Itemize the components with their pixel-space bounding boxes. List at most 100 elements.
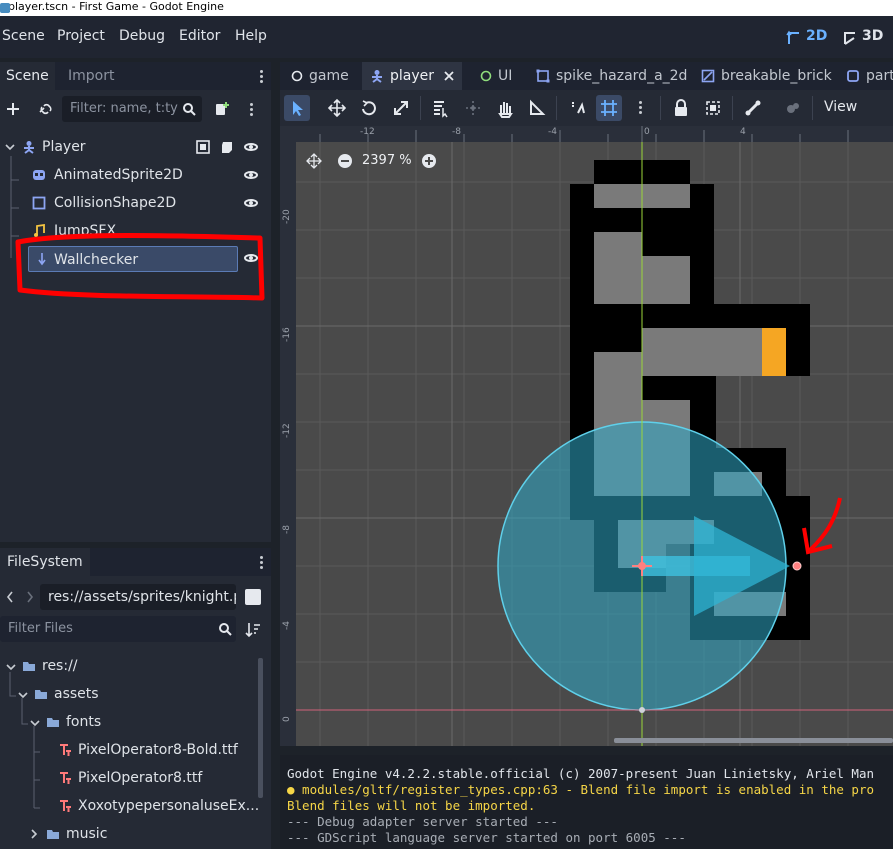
raycast-target-handle[interactable] bbox=[792, 561, 802, 571]
mode-2d-button[interactable]: 2D bbox=[806, 28, 827, 44]
fs-item-label: XoxotypepersonaluseEx... bbox=[78, 798, 260, 814]
scale-icon bbox=[394, 101, 408, 115]
ruler-label: 0 bbox=[282, 716, 292, 722]
bone-icon bbox=[745, 100, 761, 116]
fs-item-assets[interactable]: assets bbox=[16, 680, 244, 708]
filesystem-path-field[interactable]: res://assets/sprites/knight.p bbox=[40, 584, 236, 610]
list-select-button[interactable] bbox=[428, 95, 454, 121]
mode-3d-button[interactable]: 3D bbox=[862, 28, 883, 44]
filesystem-scrollbar[interactable] bbox=[258, 658, 263, 798]
zoom-out-icon[interactable] bbox=[337, 153, 353, 169]
tree-node-animatedsprite2d[interactable]: AnimatedSprite2D bbox=[30, 161, 265, 189]
scene-dock: Scene Import Filter: name, t:ty Player A… bbox=[0, 62, 271, 542]
chevron-right-icon[interactable] bbox=[26, 591, 34, 603]
fs-item-font-file[interactable]: XoxotypepersonaluseEx... bbox=[56, 792, 260, 820]
folder-icon bbox=[47, 718, 59, 727]
filesystem-filter-input[interactable]: Filter Files bbox=[0, 616, 236, 642]
pivot-button[interactable] bbox=[460, 95, 486, 121]
ruler-mode-button[interactable] bbox=[524, 95, 550, 121]
move-mode-button[interactable] bbox=[324, 95, 350, 121]
fs-item-fonts[interactable]: fonts bbox=[28, 708, 244, 736]
center-view-icon[interactable] bbox=[306, 153, 322, 169]
tab-part[interactable]: part bbox=[846, 62, 893, 90]
hand-icon bbox=[498, 102, 513, 118]
menu-help[interactable]: Help bbox=[235, 28, 267, 44]
snap-options-button[interactable] bbox=[628, 95, 654, 121]
fs-item-res[interactable]: res:// bbox=[4, 652, 244, 680]
instance-scene-icon[interactable] bbox=[38, 102, 54, 116]
grid-snap-icon bbox=[601, 100, 617, 116]
smart-snap-button[interactable] bbox=[564, 95, 590, 121]
grid-snap-button[interactable] bbox=[596, 95, 622, 121]
fs-item-font-file[interactable]: PixelOperator8-Bold.ttf bbox=[56, 736, 256, 764]
view-menu-button[interactable]: View bbox=[824, 99, 857, 115]
skeleton-button[interactable] bbox=[740, 95, 766, 121]
rotate-mode-button[interactable] bbox=[356, 95, 382, 121]
filesystem-header: FileSystem bbox=[0, 548, 271, 576]
zoom-level[interactable]: 2397 % bbox=[362, 153, 412, 168]
tree-node-collisionshape2d[interactable]: CollisionShape2D bbox=[30, 189, 265, 217]
fs-item-music[interactable]: music bbox=[28, 820, 244, 848]
filesystem-dock: FileSystem res://assets/sprites/knight.p… bbox=[0, 548, 271, 849]
sort-icon[interactable] bbox=[245, 622, 261, 638]
output-line: Godot Engine v4.2.2.stable.official (c) … bbox=[287, 766, 874, 781]
visibility-eye-icon[interactable] bbox=[244, 143, 258, 151]
attach-script-icon[interactable] bbox=[214, 101, 230, 117]
menu-project[interactable]: Project bbox=[57, 28, 105, 44]
group-button[interactable] bbox=[700, 95, 726, 121]
ruler-icon bbox=[530, 99, 546, 115]
output-panel: Godot Engine v4.2.2.stable.official (c) … bbox=[280, 755, 893, 849]
visibility-eye-icon[interactable] bbox=[244, 171, 258, 179]
menu-debug[interactable]: Debug bbox=[119, 28, 165, 44]
tab-breakable-brick[interactable]: breakable_brick bbox=[701, 62, 841, 90]
menu-scene[interactable]: Scene bbox=[2, 28, 45, 44]
scene-filter-input[interactable]: Filter: name, t:ty bbox=[62, 96, 202, 122]
tab-ui[interactable]: UI bbox=[472, 62, 528, 90]
godot-app-icon bbox=[0, 3, 10, 13]
tree-node-player[interactable]: Player bbox=[20, 133, 265, 161]
scale-mode-button[interactable] bbox=[388, 95, 414, 121]
ruler-top[interactable]: -12 -8 -4 0 4 bbox=[280, 126, 893, 142]
group-icon[interactable] bbox=[196, 140, 210, 154]
particles-button[interactable] bbox=[780, 95, 806, 121]
window-titlebar: player.tscn - First Game - Godot Engine bbox=[0, 0, 893, 16]
toolbar-separator bbox=[556, 96, 557, 120]
scene-dock-menu-icon[interactable] bbox=[260, 68, 264, 84]
canvas-toolbar: View bbox=[280, 90, 893, 126]
tab-game[interactable]: game bbox=[280, 62, 358, 90]
menu-editor[interactable]: Editor bbox=[179, 28, 220, 44]
add-node-icon[interactable] bbox=[6, 102, 20, 116]
tab-scene[interactable]: Scene bbox=[0, 62, 55, 90]
output-line: --- Debug adapter server started --- bbox=[287, 814, 558, 829]
tab-filesystem[interactable]: FileSystem bbox=[0, 548, 90, 576]
ruler-label: -4 bbox=[282, 621, 292, 630]
viewport-h-scrollbar[interactable] bbox=[614, 738, 893, 743]
particles-icon bbox=[787, 103, 799, 113]
toggle-split-icon[interactable] bbox=[245, 589, 261, 605]
visibility-eye-icon[interactable] bbox=[244, 199, 258, 207]
fs-item-font-file[interactable]: PixelOperator8.ttf bbox=[56, 764, 256, 792]
lock-button[interactable] bbox=[668, 95, 694, 121]
filesystem-menu-icon[interactable] bbox=[260, 554, 264, 570]
ruler-left[interactable]: -20 -16 -12 -8 -4 0 bbox=[280, 142, 296, 746]
close-icon[interactable] bbox=[444, 71, 454, 81]
scene-tree-menu-icon[interactable] bbox=[250, 101, 254, 117]
pivot-icon bbox=[466, 101, 480, 115]
scene-dock-tabs: Scene Import bbox=[0, 62, 271, 90]
script-icon[interactable] bbox=[220, 140, 234, 154]
chevron-down-icon[interactable] bbox=[5, 142, 15, 152]
tab-label: game bbox=[309, 68, 349, 84]
canvas-viewport[interactable]: -12 -8 -4 0 4 -20 -16 -12 -8 -4 0 2397 % bbox=[280, 126, 893, 746]
tab-import[interactable]: Import bbox=[62, 62, 120, 90]
tab-spike-hazard[interactable]: spike_hazard_a_2d bbox=[536, 62, 694, 90]
tab-player[interactable]: player bbox=[362, 62, 462, 90]
ruler-label: 4 bbox=[740, 127, 746, 137]
node-circle-icon bbox=[291, 70, 303, 82]
chevron-left-icon[interactable] bbox=[6, 591, 14, 603]
pointer-icon bbox=[293, 101, 303, 116]
zoom-in-icon[interactable] bbox=[421, 153, 437, 169]
select-mode-button[interactable] bbox=[284, 95, 310, 121]
pan-mode-button[interactable] bbox=[492, 95, 518, 121]
ruler-label: -4 bbox=[548, 127, 557, 137]
ruler-label: -8 bbox=[452, 127, 461, 137]
